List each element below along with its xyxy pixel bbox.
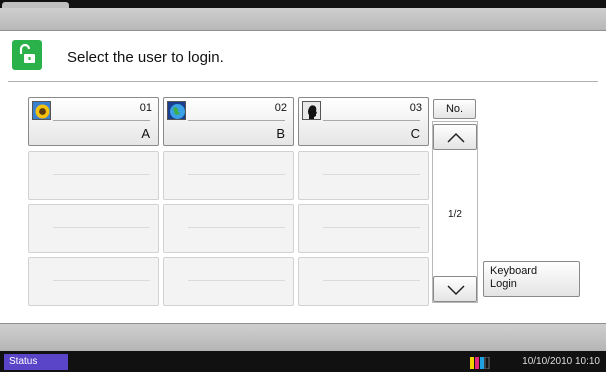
user-button-02[interactable]: 02 B	[163, 97, 294, 146]
slot-line	[323, 174, 420, 175]
page-title: Select the user to login.	[67, 49, 224, 66]
empty-user-slot	[298, 257, 429, 306]
user-divider-line	[188, 120, 285, 121]
slot-line	[53, 174, 150, 175]
page-indicator: 1/2	[448, 209, 462, 220]
user-divider-line	[53, 120, 150, 121]
user-number: 02	[274, 102, 287, 114]
empty-user-slot	[28, 204, 159, 253]
user-button-01[interactable]: 01 A	[28, 97, 159, 146]
user-name: B	[276, 126, 285, 141]
user-divider-line	[323, 120, 420, 121]
globe-icon	[167, 101, 186, 120]
empty-user-slot	[28, 257, 159, 306]
sort-by-number-button[interactable]: No.	[433, 99, 476, 119]
scroll-down-button[interactable]	[433, 276, 477, 302]
sunflower-icon	[32, 101, 51, 120]
user-button-03[interactable]: 03 C	[298, 97, 429, 146]
keyboard-login-button[interactable]: Keyboard Login	[483, 261, 580, 297]
keyboard-login-label-line1: Keyboard	[490, 265, 538, 277]
slot-line	[53, 227, 150, 228]
user-name: C	[410, 126, 420, 141]
top-bar	[0, 0, 606, 8]
slot-line	[188, 174, 285, 175]
unlocked-padlock-icon	[12, 40, 42, 70]
login-screen: Select the user to login. 01 A 02 B 03 C…	[0, 0, 606, 372]
chevron-up-icon	[447, 132, 465, 143]
slot-line	[323, 227, 420, 228]
empty-user-slot	[163, 257, 294, 306]
slot-line	[323, 280, 420, 281]
toner-level-icon	[470, 356, 494, 370]
silhouette-icon	[302, 101, 321, 120]
chevron-down-icon	[447, 285, 465, 296]
bottom-bar	[0, 323, 606, 351]
user-number: 01	[139, 102, 152, 114]
datetime-display: 10/10/2010 10:10	[522, 356, 600, 367]
empty-user-slot	[163, 204, 294, 253]
empty-user-slot	[28, 151, 159, 200]
user-name: A	[141, 126, 150, 141]
slot-line	[188, 227, 285, 228]
empty-user-slot	[163, 151, 294, 200]
divider	[8, 81, 598, 82]
slot-line	[188, 280, 285, 281]
status-button[interactable]: Status	[4, 354, 68, 370]
keyboard-login-label-line2: Login	[490, 278, 517, 290]
empty-user-slot	[298, 151, 429, 200]
scroll-up-button[interactable]	[433, 124, 477, 150]
user-number: 03	[409, 102, 422, 114]
status-bar: Status 10/10/2010 10:10	[0, 351, 606, 372]
title-bar	[0, 8, 606, 31]
empty-user-slot	[298, 204, 429, 253]
slot-line	[53, 280, 150, 281]
